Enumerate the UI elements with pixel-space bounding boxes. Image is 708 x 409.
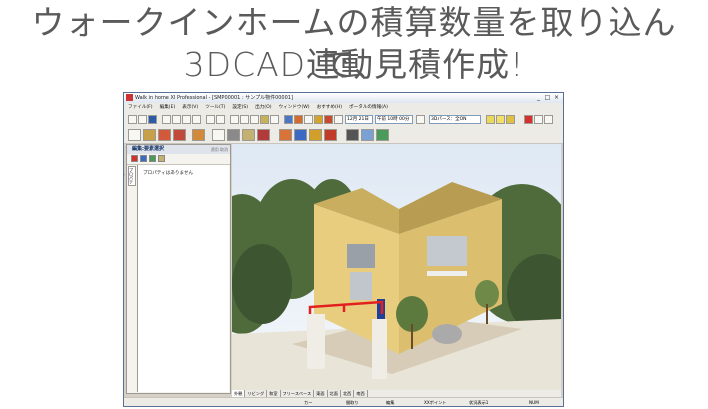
paint-icon[interactable]	[309, 129, 322, 141]
light-bulb-icon[interactable]	[496, 115, 505, 124]
camera-icon[interactable]	[304, 115, 313, 124]
headline-line-2: 3DCAD連動見積作成!	[183, 45, 525, 84]
tab-northwest[interactable]: 北西	[341, 390, 355, 397]
menu-file[interactable]: ファイル(F)	[128, 105, 153, 110]
settings-icon[interactable]	[334, 115, 343, 124]
render-icon[interactable]	[284, 115, 293, 124]
sun-position-icon[interactable]	[486, 115, 495, 124]
app-window: Walk in home XI Professional - [SMP00001…	[123, 92, 564, 407]
open-file-icon[interactable]	[138, 115, 147, 124]
cut-icon[interactable]	[182, 115, 191, 124]
camera-capture-icon[interactable]	[346, 129, 359, 141]
apply-button[interactable]: 適用	[211, 147, 219, 152]
clock-icon[interactable]	[416, 115, 425, 124]
hammer-icon[interactable]	[192, 129, 205, 141]
sun-icon[interactable]	[314, 115, 323, 124]
property-panel: 編集:要素選択 適用 取消 プロパティ プロパティはありません	[124, 144, 231, 394]
blue-square-icon[interactable]	[140, 155, 147, 162]
pause-icon[interactable]	[534, 115, 543, 124]
edit-square-icon[interactable]	[158, 155, 165, 162]
tab-japanese-room[interactable]: 和室	[267, 390, 281, 397]
no-properties-message: プロパティはありません	[143, 171, 194, 176]
menu-bar: ファイル(F) 編集(E) 表示(V) ツール(T) 設定(S) 出力(O) ウィンドウ(W…	[124, 103, 563, 112]
maximize-button[interactable]: □	[543, 94, 552, 102]
3d-viewport[interactable]	[232, 144, 561, 390]
tools-icon[interactable]	[227, 129, 240, 141]
property-list: プロパティはありません	[137, 165, 229, 392]
roof-icon[interactable]	[158, 129, 171, 141]
estimate-icon[interactable]	[324, 129, 337, 141]
tool-toolbar	[124, 127, 563, 144]
paste-icon[interactable]	[216, 115, 225, 124]
light-icon[interactable]	[260, 115, 269, 124]
zoom-in-icon[interactable]	[230, 115, 239, 124]
close-button[interactable]: ×	[552, 94, 561, 102]
status-bar: カー 間取り 編集 XXポイント 状況表示1 NUM	[124, 397, 563, 406]
light-setting-icon[interactable]	[506, 115, 515, 124]
walk-icon[interactable]	[324, 115, 333, 124]
print-icon[interactable]	[270, 115, 279, 124]
menu-settings[interactable]: 設定(S)	[232, 105, 248, 110]
tab-southwest[interactable]: 南西	[354, 390, 368, 397]
green-square-icon[interactable]	[149, 155, 156, 162]
menu-tools[interactable]: ツール(T)	[205, 105, 225, 110]
image-icon[interactable]	[361, 129, 374, 141]
house-icon[interactable]	[173, 129, 186, 141]
render-mode-select[interactable]: 3Dパース：全ON	[429, 115, 481, 124]
tab-properties[interactable]: プロパティ	[124, 166, 136, 186]
window-controls: _ □ ×	[534, 94, 561, 102]
delete-icon[interactable]	[192, 115, 201, 124]
main-toolbar: 12月 21日 午前 10時 00分 3Dパース：全ON	[124, 112, 563, 128]
menu-view[interactable]: 表示(V)	[182, 105, 198, 110]
tab-east[interactable]: 東面	[314, 390, 328, 397]
new-file-icon[interactable]	[128, 115, 137, 124]
cancel-button[interactable]: 取消	[220, 147, 228, 152]
house-rendering	[232, 144, 561, 390]
stop-icon[interactable]	[544, 115, 553, 124]
landscape-icon[interactable]	[376, 129, 389, 141]
menu-edit[interactable]: 編集(E)	[160, 105, 176, 110]
tab-north[interactable]: 北面	[328, 390, 341, 397]
redo-icon[interactable]	[172, 115, 181, 124]
tab-free-space[interactable]: フリースペース	[281, 390, 315, 397]
zoom-fit-icon[interactable]	[250, 115, 259, 124]
copy-icon[interactable]	[206, 115, 215, 124]
furniture-icon[interactable]	[242, 129, 255, 141]
time-select[interactable]: 午前 10時 00分	[375, 115, 413, 124]
menu-portal[interactable]: ポータルの情報(A)	[349, 105, 388, 110]
undo-icon[interactable]	[162, 115, 171, 124]
status-display: 状況表示1	[469, 400, 489, 405]
view-tabs: 外観 リビング 和室 フリースペース 東面 北面 北西 南西	[232, 390, 561, 397]
menu-recommend[interactable]: おすすめ(H)	[317, 105, 342, 110]
save-icon[interactable]	[148, 115, 157, 124]
layout-icon[interactable]	[279, 129, 292, 141]
minimize-button[interactable]: _	[534, 94, 543, 102]
pointer-icon[interactable]	[212, 129, 225, 141]
status-num: NUM	[529, 400, 539, 405]
menu-output[interactable]: 出力(O)	[255, 105, 271, 110]
record-icon[interactable]	[524, 115, 533, 124]
status-car: カー	[304, 400, 313, 405]
tab-living[interactable]: リビング	[245, 390, 268, 397]
title-bar[interactable]: Walk in home XI Professional - [SMP00001…	[124, 93, 563, 103]
exterior-icon[interactable]	[257, 129, 270, 141]
floor-plan-icon[interactable]	[143, 129, 156, 141]
zoom-out-icon[interactable]	[240, 115, 249, 124]
window-title: Walk in home XI Professional - [SMP00001…	[135, 95, 293, 101]
panel-title: 編集:要素選択 適用 取消	[127, 145, 230, 154]
material-icon[interactable]	[294, 115, 303, 124]
status-points: XXポイント	[424, 400, 447, 405]
tab-exterior[interactable]: 外観	[232, 390, 246, 397]
red-square-icon[interactable]	[131, 155, 138, 162]
select-mode-icon[interactable]	[128, 129, 141, 141]
section-icon[interactable]	[294, 129, 307, 141]
status-edit: 編集	[386, 400, 395, 405]
status-layout: 間取り	[346, 400, 359, 405]
menu-window[interactable]: ウィンドウ(W)	[279, 105, 310, 110]
panel-toolbar	[127, 154, 230, 165]
app-icon	[126, 94, 133, 101]
date-select[interactable]: 12月 21日	[345, 115, 373, 124]
